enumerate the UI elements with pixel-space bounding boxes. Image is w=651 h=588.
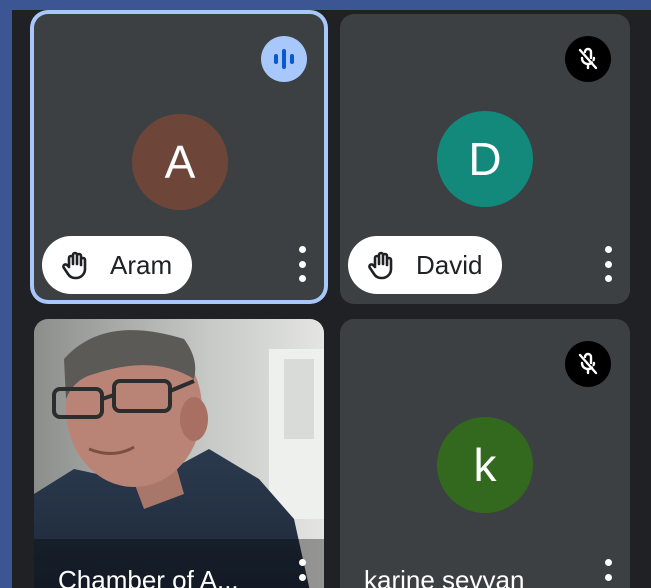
mic-off-icon — [565, 36, 611, 82]
avatar-initial: D — [468, 133, 502, 185]
raised-hand-icon — [60, 249, 92, 281]
participant-tile-aram[interactable]: A Aram — [34, 14, 324, 300]
participant-name: Aram — [110, 249, 173, 280]
audio-levels-icon — [261, 36, 307, 82]
participant-name-pill: David — [348, 236, 503, 294]
avatar: D — [437, 111, 533, 207]
participant-tile-video[interactable]: Chamber of A... — [34, 319, 324, 588]
avatar-initial: A — [164, 136, 196, 188]
participant-tile-karine[interactable]: k karine sevyan — [340, 319, 630, 588]
avatar: k — [437, 417, 533, 513]
avatar-initial: k — [473, 439, 497, 491]
more-options-icon[interactable] — [602, 559, 614, 588]
more-options-icon[interactable] — [296, 246, 308, 282]
raised-hand-icon — [366, 249, 398, 281]
participant-tile-david[interactable]: D David — [340, 14, 630, 304]
meeting-grid: A Aram D David Chamber of A... k karine … — [12, 10, 651, 588]
participant-name: Chamber of A... — [58, 565, 239, 588]
more-options-icon[interactable] — [602, 246, 614, 282]
more-options-icon[interactable] — [296, 559, 308, 588]
participant-video — [34, 319, 324, 588]
participant-name: karine sevyan — [364, 565, 525, 588]
participant-name-pill: Aram — [42, 236, 193, 294]
mic-off-icon — [565, 341, 611, 387]
avatar: A — [132, 114, 228, 210]
participant-name: David — [416, 249, 483, 280]
